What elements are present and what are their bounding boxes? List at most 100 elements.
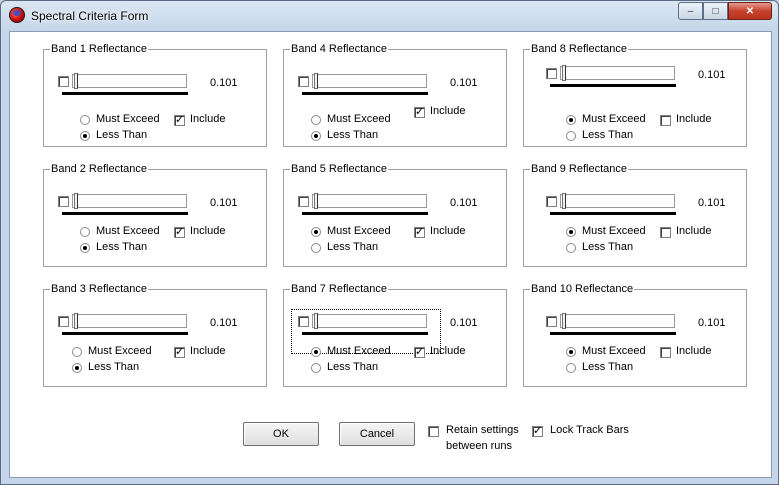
- less-than-label[interactable]: Less Than: [582, 241, 633, 253]
- reflectance-value: 0.101: [210, 317, 238, 329]
- less-than-radio[interactable]: [566, 243, 576, 253]
- must-exceed-label[interactable]: Must Exceed: [327, 113, 391, 125]
- track-bar-thumb[interactable]: [562, 65, 566, 81]
- band-enable-checkbox[interactable]: [546, 316, 557, 327]
- lock-track-bars-checkbox[interactable]: [532, 424, 543, 437]
- include-checkbox[interactable]: [414, 105, 425, 118]
- band-group-6: Band 9 Reflectance 0.101 Must Exceed Less T…: [523, 163, 747, 267]
- must-exceed-radio[interactable]: [566, 115, 576, 125]
- include-checkbox[interactable]: [174, 225, 185, 238]
- track-bar-thumb[interactable]: [562, 193, 566, 209]
- lock-track-bars-label[interactable]: Lock Track Bars: [550, 424, 629, 436]
- reflectance-value: 0.101: [698, 317, 726, 329]
- must-exceed-radio[interactable]: [311, 347, 321, 357]
- retain-settings-label-line2[interactable]: between runs: [446, 440, 512, 452]
- include-checkbox[interactable]: [660, 227, 671, 238]
- include-checkbox[interactable]: [174, 113, 185, 126]
- less-than-label[interactable]: Less Than: [327, 241, 378, 253]
- include-label[interactable]: Include: [430, 225, 465, 237]
- band-enable-checkbox[interactable]: [546, 68, 557, 79]
- reflectance-track-bar[interactable]: [312, 74, 427, 88]
- include-label[interactable]: Include: [190, 225, 225, 237]
- spectral-criteria-window: Spectral Criteria Form – □ ✕ Band 1 Refl…: [0, 0, 779, 485]
- track-bar-thumb[interactable]: [74, 313, 78, 329]
- track-bar-baseline: [550, 332, 676, 335]
- include-label[interactable]: Include: [676, 225, 711, 237]
- less-than-radio[interactable]: [80, 243, 90, 253]
- include-checkbox[interactable]: [660, 115, 671, 126]
- reflectance-track-bar[interactable]: [72, 74, 187, 88]
- reflectance-track-bar[interactable]: [312, 194, 427, 208]
- band-enable-checkbox[interactable]: [298, 76, 309, 87]
- less-than-radio[interactable]: [311, 131, 321, 141]
- close-button[interactable]: ✕: [728, 2, 772, 20]
- must-exceed-label[interactable]: Must Exceed: [582, 225, 646, 237]
- less-than-radio[interactable]: [566, 131, 576, 141]
- less-than-radio[interactable]: [311, 243, 321, 253]
- track-bar-thumb[interactable]: [314, 193, 318, 209]
- reflectance-value: 0.101: [210, 197, 238, 209]
- reflectance-track-bar[interactable]: [560, 194, 675, 208]
- must-exceed-radio[interactable]: [566, 347, 576, 357]
- must-exceed-label[interactable]: Must Exceed: [96, 113, 160, 125]
- band-group-title: Band 4 Reflectance: [290, 43, 389, 55]
- track-bar-thumb[interactable]: [74, 193, 78, 209]
- include-checkbox[interactable]: [174, 345, 185, 358]
- reflectance-track-bar[interactable]: [560, 314, 675, 328]
- band-enable-checkbox[interactable]: [58, 196, 69, 207]
- include-label[interactable]: Include: [430, 105, 465, 117]
- reflectance-track-bar[interactable]: [72, 314, 187, 328]
- cancel-button[interactable]: Cancel: [339, 422, 415, 446]
- band-enable-checkbox[interactable]: [58, 316, 69, 327]
- reflectance-track-bar[interactable]: [560, 66, 675, 80]
- must-exceed-radio[interactable]: [72, 347, 82, 357]
- less-than-label[interactable]: Less Than: [96, 129, 147, 141]
- less-than-label[interactable]: Less Than: [327, 129, 378, 141]
- band-group-title: Band 3 Reflectance: [50, 283, 149, 295]
- minimize-button[interactable]: –: [678, 2, 703, 20]
- retain-settings-checkbox[interactable]: [428, 426, 439, 437]
- less-than-label[interactable]: Less Than: [88, 361, 139, 373]
- must-exceed-label[interactable]: Must Exceed: [582, 345, 646, 357]
- include-checkbox[interactable]: [660, 347, 671, 358]
- include-label[interactable]: Include: [676, 113, 711, 125]
- less-than-radio[interactable]: [566, 363, 576, 373]
- less-than-label[interactable]: Less Than: [582, 129, 633, 141]
- less-than-label[interactable]: Less Than: [327, 361, 378, 373]
- include-label[interactable]: Include: [430, 345, 465, 357]
- must-exceed-label[interactable]: Must Exceed: [88, 345, 152, 357]
- must-exceed-radio[interactable]: [311, 115, 321, 125]
- must-exceed-label[interactable]: Must Exceed: [327, 345, 391, 357]
- include-label[interactable]: Include: [676, 345, 711, 357]
- band-enable-checkbox[interactable]: [58, 76, 69, 87]
- must-exceed-radio[interactable]: [80, 227, 90, 237]
- less-than-radio[interactable]: [72, 363, 82, 373]
- must-exceed-label[interactable]: Must Exceed: [327, 225, 391, 237]
- less-than-radio[interactable]: [80, 131, 90, 141]
- must-exceed-label[interactable]: Must Exceed: [582, 113, 646, 125]
- include-label[interactable]: Include: [190, 113, 225, 125]
- less-than-label[interactable]: Less Than: [96, 241, 147, 253]
- band-group-1: Band 1 Reflectance 0.101 Must Exceed Less T…: [43, 43, 267, 147]
- band-enable-checkbox[interactable]: [546, 196, 557, 207]
- less-than-radio[interactable]: [311, 363, 321, 373]
- must-exceed-radio[interactable]: [566, 227, 576, 237]
- reflectance-value: 0.101: [210, 77, 238, 89]
- include-label[interactable]: Include: [190, 345, 225, 357]
- ok-button[interactable]: OK: [243, 422, 319, 446]
- maximize-button[interactable]: □: [703, 2, 728, 20]
- must-exceed-label[interactable]: Must Exceed: [96, 225, 160, 237]
- track-bar-thumb[interactable]: [562, 313, 566, 329]
- must-exceed-radio[interactable]: [311, 227, 321, 237]
- band-enable-checkbox[interactable]: [298, 196, 309, 207]
- retain-settings-label-line1[interactable]: Retain settings: [446, 424, 519, 436]
- include-checkbox[interactable]: [414, 345, 425, 358]
- less-than-label[interactable]: Less Than: [582, 361, 633, 373]
- track-bar-thumb[interactable]: [314, 73, 318, 89]
- reflectance-track-bar[interactable]: [72, 194, 187, 208]
- track-bar-thumb[interactable]: [74, 73, 78, 89]
- include-checkbox[interactable]: [414, 225, 425, 238]
- title-bar[interactable]: Spectral Criteria Form – □ ✕: [1, 1, 778, 31]
- window-controls: – □ ✕: [678, 2, 772, 20]
- must-exceed-radio[interactable]: [80, 115, 90, 125]
